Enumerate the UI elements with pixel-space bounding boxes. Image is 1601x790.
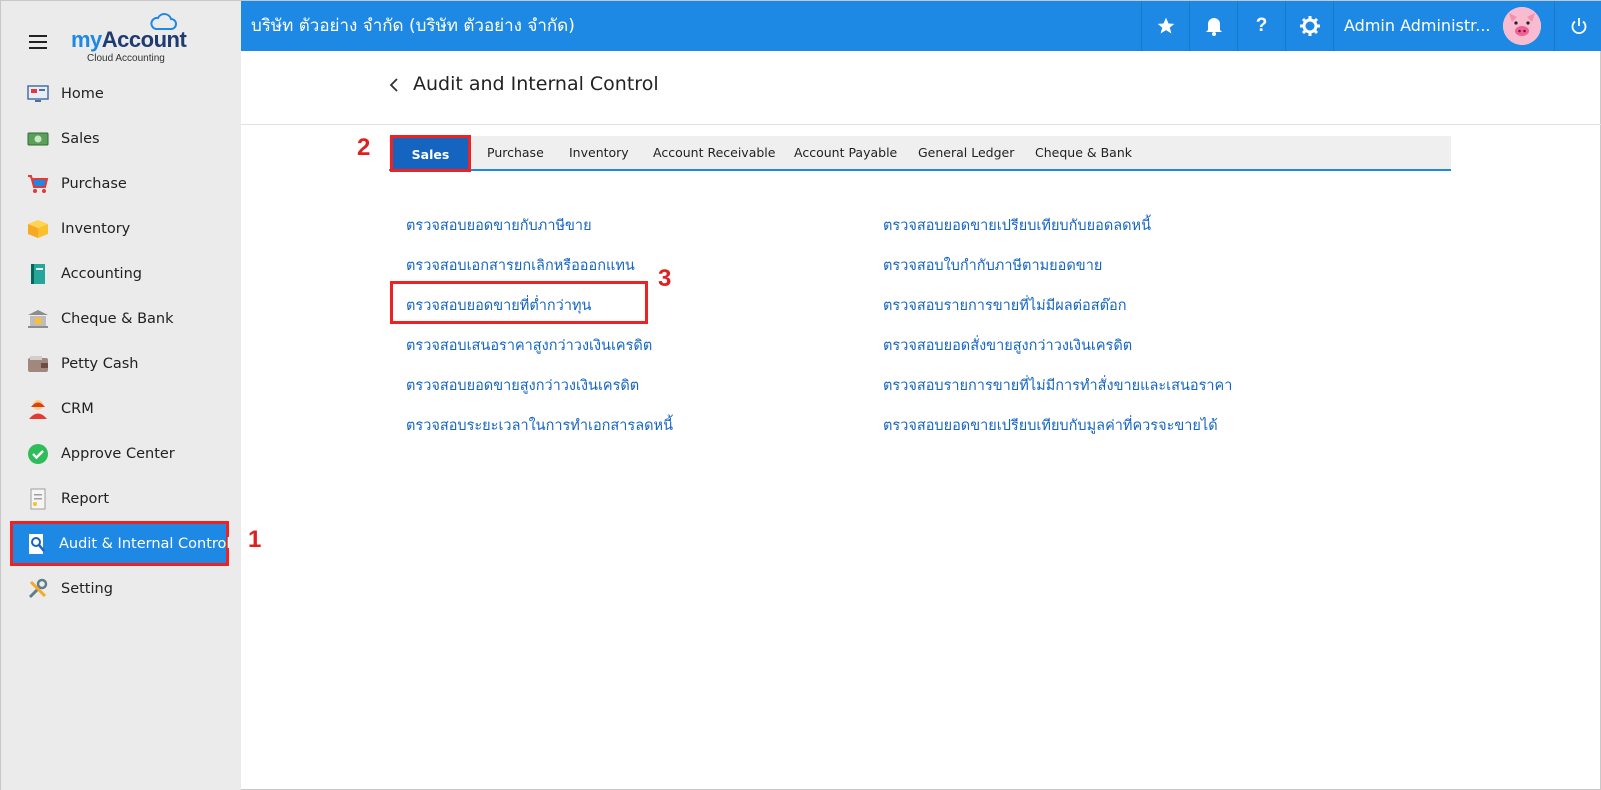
sidebar-nav: Home Sales Purchase Inventory Accounting — [1, 71, 241, 611]
chevron-left-icon — [389, 78, 398, 92]
annotation-marker-1: 1 — [248, 526, 262, 553]
check-circle-icon — [27, 443, 49, 465]
tab-account-receivable[interactable]: Account Receivable — [653, 136, 775, 169]
tab-inventory[interactable]: Inventory — [569, 136, 629, 169]
wallet-icon — [27, 353, 49, 375]
module-tabs: Sales Purchase Inventory Account Receiva… — [389, 135, 1451, 172]
logo-area: myAccount Cloud Accounting — [1, 1, 241, 71]
sidebar-item-label: Home — [61, 85, 104, 102]
sidebar-item-cheque-bank[interactable]: Cheque & Bank — [1, 296, 241, 341]
audit-link[interactable]: ตรวจสอบยอดขายเปรียบเทียบกับยอดลดหนี้ — [883, 214, 1151, 237]
sidebar: myAccount Cloud Accounting Home Sales Pu… — [1, 1, 241, 790]
box-icon — [27, 218, 49, 240]
brand-tagline: Cloud Accounting — [87, 53, 165, 64]
sidebar-item-label: Approve Center — [61, 445, 175, 462]
company-name: บริษัท ตัวอย่าง จำกัด (บริษัท ตัวอย่าง จ… — [251, 16, 575, 36]
audit-link[interactable]: ตรวจสอบยอดขายกับภาษีขาย — [406, 214, 592, 237]
app-logo[interactable]: myAccount Cloud Accounting — [71, 13, 191, 65]
audit-link-highlighted[interactable]: ตรวจสอบยอดขายที่ต่ำกว่าทุน — [406, 294, 591, 317]
avatar[interactable] — [1503, 7, 1541, 45]
audit-link[interactable]: ตรวจสอบใบกำกับภาษีตามยอดขาย — [883, 254, 1102, 277]
brand-name: myAccount — [71, 27, 187, 52]
sidebar-item-inventory[interactable]: Inventory — [1, 206, 241, 251]
customer-icon — [27, 398, 49, 420]
ledger-book-icon — [27, 263, 49, 285]
sidebar-item-purchase[interactable]: Purchase — [1, 161, 241, 206]
audit-link[interactable]: ตรวจสอบเอกสารยกเลิกหรือออกแทน — [406, 254, 635, 277]
sidebar-item-petty-cash[interactable]: Petty Cash — [1, 341, 241, 386]
sidebar-item-label: Cheque & Bank — [61, 310, 174, 327]
power-icon — [1571, 18, 1586, 35]
pig-avatar-icon — [1503, 7, 1541, 45]
tab-cheque-bank[interactable]: Cheque & Bank — [1035, 136, 1132, 169]
audit-link[interactable]: ตรวจสอบเสนอราคาสูงกว่าวงเงินเครดิต — [406, 334, 652, 357]
logout-button[interactable] — [1554, 1, 1601, 51]
hamburger-menu-icon[interactable] — [29, 35, 47, 49]
tab-purchase[interactable]: Purchase — [487, 136, 544, 169]
audit-link[interactable]: ตรวจสอบระยะเวลาในการทำเอกสารลดหนี้ — [406, 414, 673, 437]
question-icon: ? — [1255, 15, 1268, 36]
audit-link[interactable]: ตรวจสอบยอดสั่งขายสูงกว่าวงเงินเครดิต — [883, 334, 1132, 357]
annotation-marker-3: 3 — [658, 265, 672, 292]
tab-sales[interactable]: Sales — [390, 135, 471, 172]
sidebar-item-audit-internal-control[interactable]: Audit & Internal Control — [10, 521, 231, 566]
audit-link[interactable]: ตรวจสอบรายการขายที่ไม่มีผลต่อสต๊อก — [883, 294, 1127, 317]
star-icon — [1157, 17, 1174, 34]
page-title: Audit and Internal Control — [413, 73, 659, 95]
sidebar-item-setting[interactable]: Setting — [1, 566, 241, 611]
sidebar-item-sales[interactable]: Sales — [1, 116, 241, 161]
gear-icon — [1299, 16, 1320, 36]
audit-link[interactable]: ตรวจสอบยอดขายเปรียบเทียบกับมูลค่าที่ควรจ… — [883, 414, 1218, 437]
sidebar-item-report[interactable]: Report — [1, 476, 241, 521]
user-name[interactable]: Admin Administr... — [1333, 1, 1491, 51]
audit-search-icon — [27, 533, 47, 555]
report-icon — [27, 488, 49, 510]
top-bar: บริษัท ตัวอย่าง จำกัด (บริษัท ตัวอย่าง จ… — [241, 1, 1601, 51]
sidebar-item-label: Petty Cash — [61, 355, 139, 372]
sidebar-item-crm[interactable]: CRM — [1, 386, 241, 431]
sidebar-item-label: Audit & Internal Control — [59, 535, 231, 552]
page-header: Audit and Internal Control — [241, 51, 1601, 125]
audit-link[interactable]: ตรวจสอบยอดขายสูงกว่าวงเงินเครดิต — [406, 374, 639, 397]
notification-button[interactable] — [1189, 1, 1237, 51]
settings-button[interactable] — [1285, 1, 1333, 51]
tab-general-ledger[interactable]: General Ledger — [918, 136, 1014, 169]
sidebar-item-label: Purchase — [61, 175, 127, 192]
back-button[interactable] — [389, 77, 399, 97]
shopping-cart-icon — [27, 173, 49, 195]
sidebar-item-label: Setting — [61, 580, 113, 597]
audit-link[interactable]: ตรวจสอบรายการขายที่ไม่มีการทำสั่งขายและเ… — [883, 374, 1232, 397]
sidebar-item-approve-center[interactable]: Approve Center — [1, 431, 241, 476]
sidebar-item-label: Sales — [61, 130, 100, 147]
sidebar-item-label: CRM — [61, 400, 94, 417]
favorite-button[interactable] — [1141, 1, 1189, 51]
home-monitor-icon — [27, 83, 49, 105]
sidebar-item-home[interactable]: Home — [1, 71, 241, 116]
sales-cash-icon — [27, 128, 49, 150]
sidebar-item-label: Accounting — [61, 265, 142, 282]
annotation-marker-2: 2 — [357, 134, 371, 161]
sidebar-item-accounting[interactable]: Accounting — [1, 251, 241, 296]
sidebar-item-label: Inventory — [61, 220, 131, 237]
bank-icon — [27, 308, 49, 330]
help-button[interactable]: ? — [1237, 1, 1285, 51]
bell-icon — [1205, 18, 1222, 36]
sidebar-item-label: Report — [61, 490, 110, 507]
tools-icon — [27, 578, 49, 600]
tab-account-payable[interactable]: Account Payable — [794, 136, 897, 169]
